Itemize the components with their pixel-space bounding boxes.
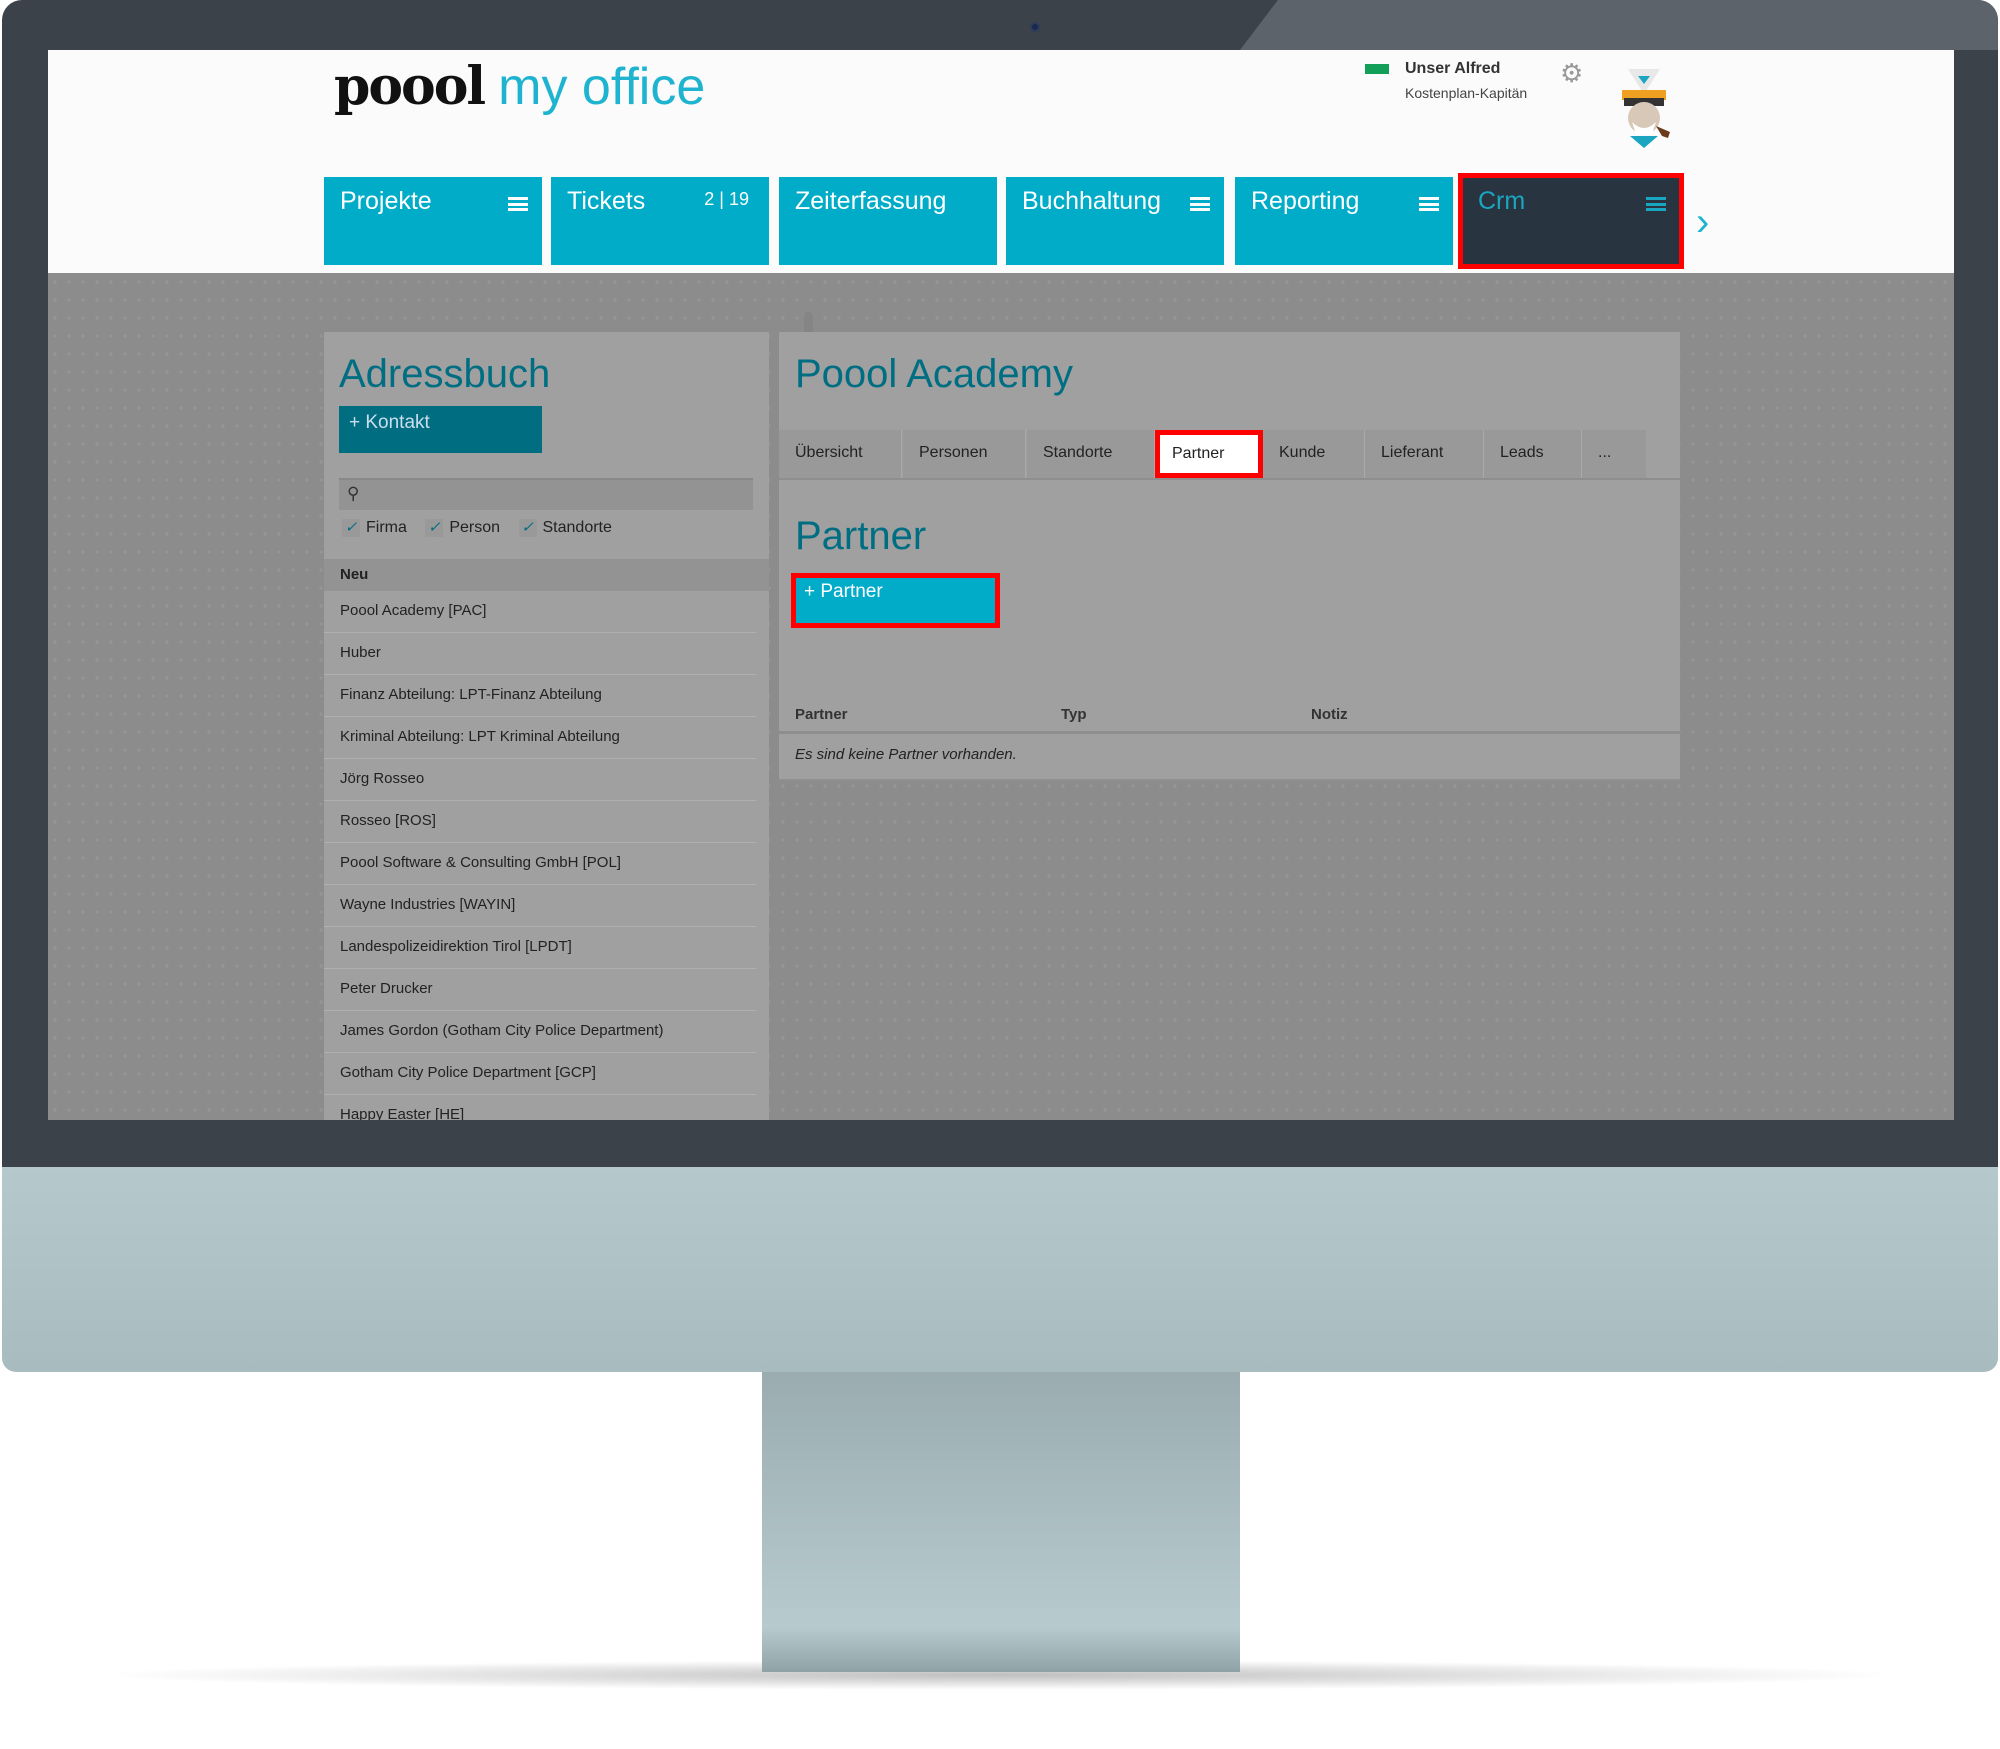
list-item[interactable]: James Gordon (Gotham City Police Departm… bbox=[324, 1011, 756, 1053]
app-header: poool my office Unser Alfred Kostenplan-K… bbox=[48, 50, 1954, 273]
tab-kunde[interactable]: Kunde bbox=[1263, 430, 1365, 478]
checkbox-person[interactable]: ✓ bbox=[425, 519, 444, 537]
chevron-right-icon[interactable]: › bbox=[1696, 200, 1709, 245]
monitor-chin bbox=[2, 1167, 1998, 1372]
section-header: Neu bbox=[324, 559, 769, 591]
user-name[interactable]: Unser Alfred bbox=[1405, 60, 1500, 78]
list-item[interactable]: Poool Software & Consulting GmbH [POL] bbox=[324, 843, 756, 885]
tab-divider bbox=[779, 478, 1680, 480]
menu-icon[interactable] bbox=[1190, 197, 1210, 211]
nav-crm[interactable]: Crm bbox=[1458, 173, 1684, 269]
filter-person[interactable]: ✓ Person bbox=[425, 519, 500, 537]
nav-buchhaltung[interactable]: Buchhaltung bbox=[1006, 177, 1224, 265]
search-input[interactable]: ⚲ bbox=[339, 478, 753, 510]
column-typ[interactable]: Typ bbox=[1061, 706, 1087, 723]
filter-row: ✓ Firma ✓ Person ✓ Standorte bbox=[342, 519, 612, 537]
logo[interactable]: poool my office bbox=[334, 56, 705, 117]
list-item[interactable]: Huber bbox=[324, 633, 756, 675]
status-flag-icon bbox=[1365, 64, 1389, 74]
list-item[interactable]: Finanz Abteilung: LPT-Finanz Abteilung bbox=[324, 675, 756, 717]
camera-icon bbox=[1030, 22, 1040, 32]
addressbook-panel: Adressbuch + Kontakt ⚲ ✓ Firma ✓ Person ✓ S… bbox=[324, 332, 769, 1120]
list-item[interactable]: Rosseo [ROS] bbox=[324, 801, 756, 843]
section-title: Partner bbox=[795, 514, 927, 558]
column-partner[interactable]: Partner bbox=[795, 706, 848, 723]
screen: poool my office Unser Alfred Kostenplan-K… bbox=[48, 50, 1954, 1120]
add-contact-button[interactable]: + Kontakt bbox=[339, 406, 542, 453]
list-item[interactable]: Wayne Industries [WAYIN] bbox=[324, 885, 756, 927]
nav-zeiterfassung[interactable]: Zeiterfassung bbox=[779, 177, 997, 265]
tab-lieferant[interactable]: Lieferant bbox=[1365, 430, 1484, 478]
column-notiz[interactable]: Notiz bbox=[1311, 706, 1348, 723]
list-item[interactable]: Happy Easter [HE] bbox=[324, 1095, 756, 1120]
bezel-reflection bbox=[1240, 0, 1998, 50]
tab-uebersicht[interactable]: Übersicht bbox=[779, 430, 902, 478]
filter-firma[interactable]: ✓ Firma bbox=[342, 519, 407, 537]
contact-list: Poool Academy [PAC] Huber Finanz Abteilu… bbox=[324, 591, 756, 1120]
nav-projekte[interactable]: Projekte bbox=[324, 177, 542, 265]
list-item[interactable]: Kriminal Abteilung: LPT Kriminal Abteilu… bbox=[324, 717, 756, 759]
nav-reporting[interactable]: Reporting bbox=[1235, 177, 1453, 265]
tab-more[interactable]: ... bbox=[1582, 430, 1646, 478]
detail-panel: Poool Academy Übersicht Personen Standor… bbox=[779, 332, 1680, 781]
menu-icon[interactable] bbox=[1419, 197, 1439, 211]
nav-tickets[interactable]: Tickets 2 | 19 bbox=[551, 177, 769, 265]
tab-personen[interactable]: Personen bbox=[903, 430, 1026, 478]
user-role: Kostenplan-Kapitän bbox=[1405, 85, 1528, 101]
monitor-stand bbox=[762, 1372, 1240, 1672]
ticket-count: 2 | 19 bbox=[704, 189, 749, 209]
tab-partner[interactable]: Partner bbox=[1155, 430, 1263, 478]
list-item[interactable]: Gotham City Police Department [GCP] bbox=[324, 1053, 756, 1095]
filter-standorte[interactable]: ✓ Standorte bbox=[518, 519, 612, 537]
list-item[interactable]: Peter Drucker bbox=[324, 969, 756, 1011]
menu-icon[interactable] bbox=[1646, 197, 1666, 211]
list-item[interactable]: Jörg Rosseo bbox=[324, 759, 756, 801]
menu-icon[interactable] bbox=[508, 197, 528, 211]
empty-message: Es sind keine Partner vorhanden. bbox=[795, 746, 1017, 763]
detail-title: Poool Academy bbox=[795, 352, 1073, 396]
tab-leads[interactable]: Leads bbox=[1484, 430, 1582, 478]
table-header-divider bbox=[779, 731, 1680, 734]
tab-standorte[interactable]: Standorte bbox=[1027, 430, 1155, 478]
add-partner-button[interactable]: + Partner bbox=[791, 573, 1000, 628]
avatar[interactable] bbox=[1608, 64, 1680, 148]
addressbook-title: Adressbuch bbox=[339, 352, 551, 396]
list-item[interactable]: Landespolizeidirektion Tirol [LPDT] bbox=[324, 927, 756, 969]
row-divider bbox=[779, 779, 1680, 781]
checkbox-standorte[interactable]: ✓ bbox=[518, 519, 537, 537]
list-item[interactable]: Poool Academy [PAC] bbox=[324, 591, 756, 633]
search-icon: ⚲ bbox=[347, 484, 360, 503]
checkbox-firma[interactable]: ✓ bbox=[342, 519, 360, 537]
gear-icon[interactable]: ⚙ bbox=[1560, 58, 1583, 89]
